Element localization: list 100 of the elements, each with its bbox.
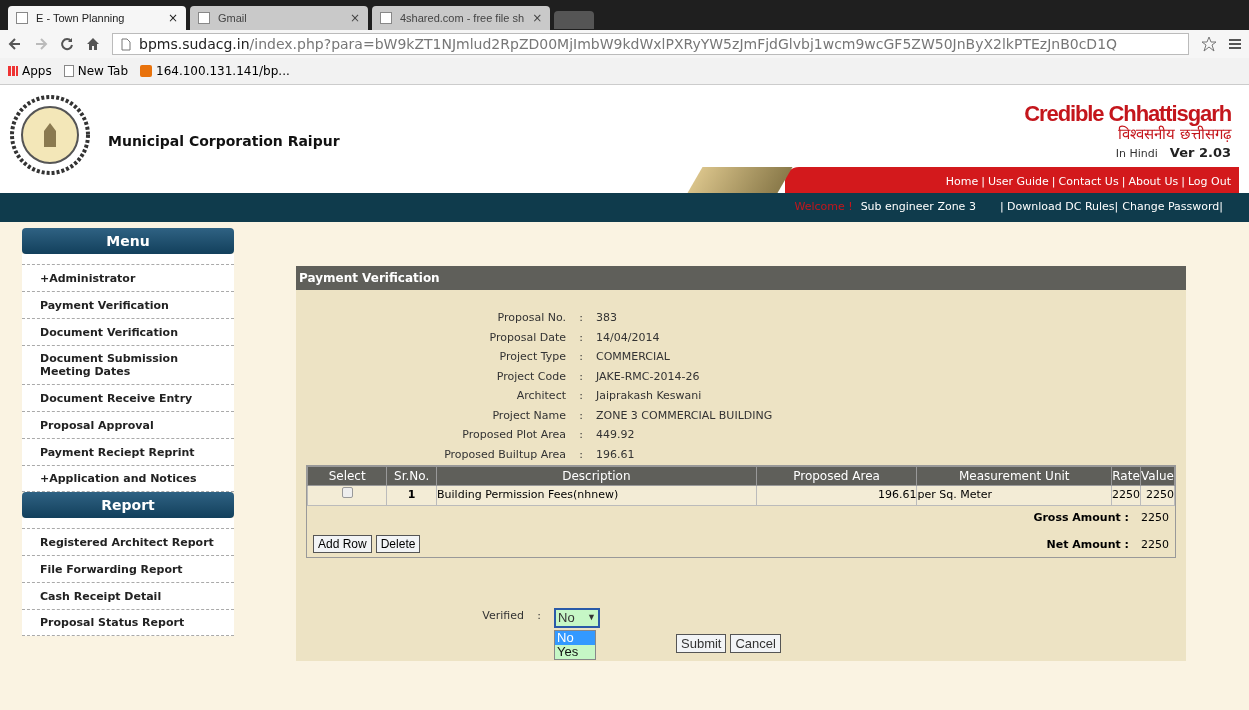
browser-tab[interactable]: 4shared.com - free file sh × [372, 6, 550, 30]
page-icon [63, 65, 74, 77]
tab-title: E - Town Planning [36, 10, 126, 26]
colon-text: : [578, 349, 584, 365]
column-header: Rate [1111, 466, 1141, 486]
separator-text: | [1121, 173, 1126, 190]
table-cell: 2250 [1140, 485, 1175, 506]
in-hindi-link[interactable]: In Hindi [1115, 146, 1158, 163]
row-action-button[interactable]: Delete [375, 535, 421, 553]
bookmark-label: 164.100.131.141/bp... [156, 63, 290, 80]
sidebar-menu-item[interactable]: +Administrator [22, 264, 234, 291]
field-label: Project Name [491, 407, 566, 424]
page-icon [121, 37, 131, 51]
url-text: bpms.sudacg.in/index.php?para=bW9kZT1NJmlud2RpZD00MjImbW9kdWxlPXRyYW5zJmFjdGlvbj1wcm9wcGF5ZW50JnByX2lkPTEzJnB0cD1Q [139, 34, 1118, 54]
brand-logo-text: Credible Chhattisgarh [1024, 103, 1231, 125]
apps-grid-icon [8, 66, 18, 76]
panel-title: Payment Verification [296, 266, 1186, 290]
menu-icon[interactable] [1229, 38, 1241, 50]
column-header: Description [436, 466, 757, 486]
site-favicon-icon [140, 65, 152, 77]
field-value: 449.92 [596, 427, 636, 443]
bookmark-item[interactable]: 164.100.131.141/bp... [140, 62, 290, 80]
form-action-button[interactable]: Cancel [730, 634, 781, 653]
brand-hindi-text: विश्वसनीय छत्तीसगढ़ [1118, 125, 1231, 143]
sidebar-menu-item[interactable]: File Forwarding Report [22, 555, 234, 582]
field-label: Proposed Builtup Area [443, 446, 566, 463]
colon-text: : [578, 310, 584, 326]
welcome-label: Welcome ! [794, 199, 853, 216]
tab-title: Gmail [218, 10, 248, 26]
select-checkbox[interactable] [341, 487, 353, 499]
sidebar-menu-item[interactable]: Registered Architect Report [22, 528, 234, 555]
address-bar[interactable]: bpms.sudacg.in/index.php?para=bW9kZT1NJmlud2RpZD00MjImbW9kdWxlPXRyYW5zJmFjdGlvbj1wcm9wcGF5ZW50JnByX2lkPTEzJnB0cD1Q [112, 33, 1189, 55]
nav-link[interactable]: Log Out [1187, 173, 1231, 190]
separator-text: | [981, 173, 985, 190]
nav-link[interactable]: Home [945, 173, 979, 190]
browser-tab[interactable]: E - Town Planning × [8, 6, 186, 30]
field-value: COMMERCIAL [596, 349, 671, 365]
table-cell: Building Permission Fees(nhnew) [436, 485, 757, 506]
field-label: Proposal Date [488, 329, 566, 346]
form-action-button[interactable]: Submit [676, 634, 727, 653]
field-value: ZONE 3 COMMERCIAL BUILDING [596, 407, 774, 424]
column-header: Sr.No. [386, 466, 437, 486]
tab-close-icon[interactable]: × [349, 9, 360, 27]
field-label: Architect [515, 388, 566, 404]
nav-link[interactable]: Contact Us [1058, 173, 1119, 190]
field-label: Project Type [498, 349, 566, 365]
total-label: Gross Amount : [1033, 510, 1129, 526]
sidebar-menu-item[interactable]: Document Verification [22, 318, 234, 345]
version-label: Ver 2.03 [1169, 144, 1231, 162]
verified-dropdown[interactable]: No ▼ [554, 608, 600, 628]
user-name: Sub engineer Zone 3 [860, 199, 976, 216]
star-icon[interactable] [1201, 36, 1217, 52]
colon-text: : [536, 608, 542, 624]
browser-tab[interactable]: Gmail × [190, 6, 368, 30]
favicon-icon [16, 12, 28, 24]
dropdown-option[interactable]: Yes [555, 645, 595, 659]
total-value: 2250 [1140, 536, 1169, 553]
sidebar-menu-item[interactable]: Payment Verification [22, 291, 234, 318]
row-action-button[interactable]: Add Row [313, 535, 372, 553]
user-bar-link[interactable]: | Download DC Rules| [999, 199, 1119, 216]
sidebar-menu-item[interactable]: Payment Reciept Reprint [22, 438, 234, 465]
field-value: JAKE-RMC-2014-26 [596, 368, 701, 385]
nav-link[interactable]: User Guide [988, 173, 1049, 190]
sidebar-section-header: Menu [22, 228, 234, 254]
sidebar-menu-item[interactable]: Document Receive Entry [22, 384, 234, 411]
field-value: 14/04/2014 [596, 329, 661, 346]
bookmark-item[interactable]: Apps [8, 62, 52, 80]
sidebar-menu-item[interactable]: Cash Receipt Detail [22, 582, 234, 609]
tab-close-icon[interactable]: × [167, 9, 178, 27]
bookmark-item[interactable]: New Tab [63, 62, 128, 80]
back-icon[interactable] [8, 37, 22, 51]
field-value: Jaiprakash Keswani [596, 388, 703, 404]
sidebar-menu-item[interactable]: Proposal Approval [22, 411, 234, 438]
field-label: Project Code [495, 368, 566, 385]
favicon-icon [198, 12, 210, 24]
user-bar-link[interactable]: Change Password| [1122, 199, 1223, 216]
home-icon[interactable] [86, 37, 100, 51]
separator-text: | [1051, 173, 1056, 190]
column-header: Value [1140, 466, 1175, 486]
reload-icon[interactable] [60, 37, 74, 51]
table-cell: 2250 [1111, 485, 1141, 506]
field-value: 383 [596, 310, 618, 326]
sidebar-menu-item[interactable]: Document Submission Meeting Dates [22, 345, 234, 384]
column-header: Proposed Area [756, 466, 917, 486]
favicon-icon [380, 12, 392, 24]
colon-text: : [578, 329, 584, 346]
sidebar-menu-item[interactable]: Proposal Status Report [22, 609, 234, 636]
table-cell: 196.61 [756, 485, 917, 506]
organization-name: Municipal Corporation Raipur [108, 132, 340, 151]
total-label: Net Amount : [1045, 536, 1129, 553]
colon-text: : [578, 407, 584, 424]
tab-close-icon[interactable]: × [532, 9, 543, 27]
field-label: Proposed Plot Area [461, 427, 566, 443]
column-header: Select [307, 466, 387, 486]
table-cell: per Sq. Meter [916, 485, 1112, 506]
colon-text: : [578, 388, 584, 404]
nav-link[interactable]: About Us [1128, 173, 1179, 190]
field-label: Proposal No. [496, 310, 566, 326]
bookmark-label: Apps [22, 63, 52, 80]
verified-label: Verified [481, 608, 524, 624]
